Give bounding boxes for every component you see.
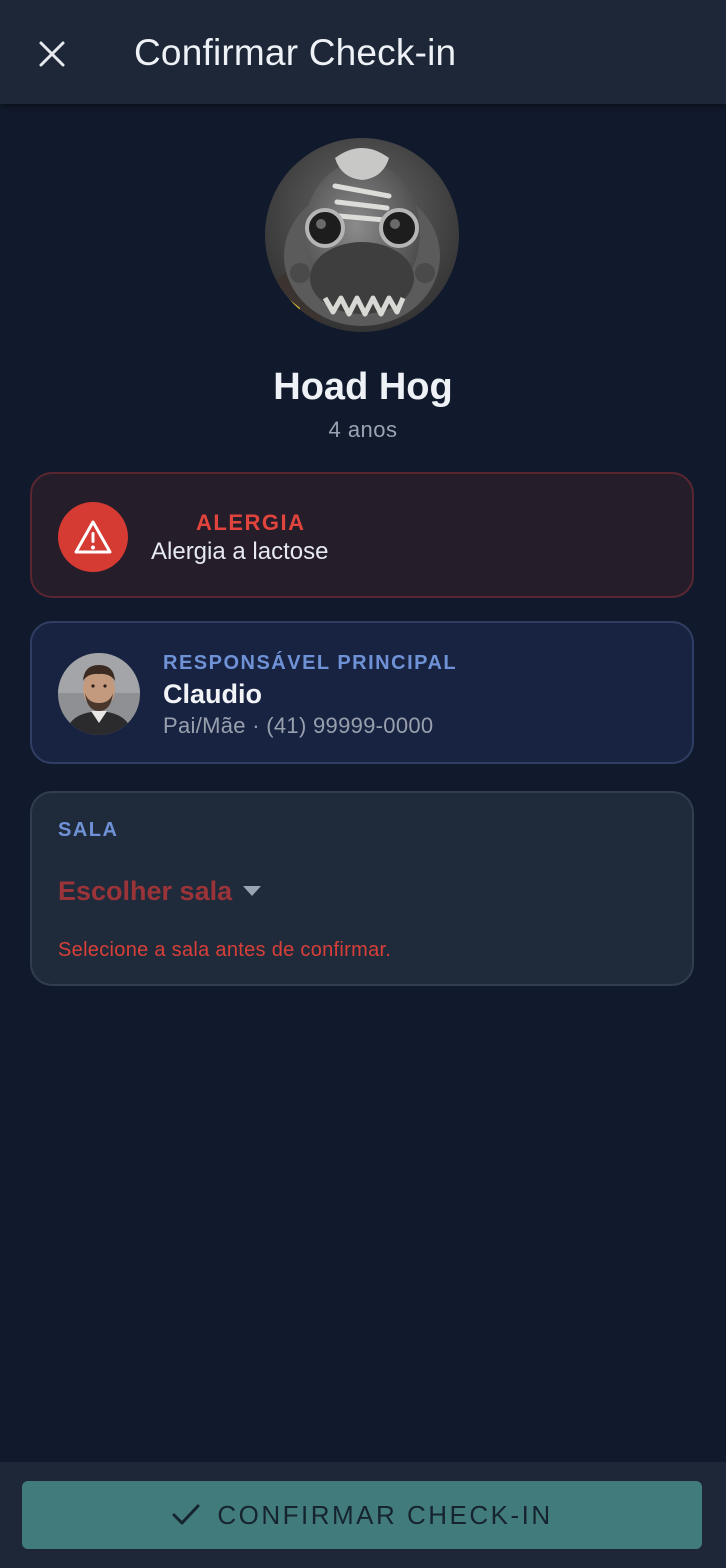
confirm-checkin-label: CONFIRMAR CHECK-IN: [217, 1499, 553, 1530]
room-select-placeholder: Escolher sala: [58, 875, 233, 906]
close-icon: [39, 41, 65, 67]
page-title: Confirmar Check-in: [134, 32, 457, 73]
child-avatar: [265, 138, 459, 332]
guardian-name: Claudio: [163, 679, 262, 709]
checkin-confirm-screen: Confirmar Check-in Hoad Hog 4 anos ALERG…: [0, 0, 726, 1568]
guardian-relationship-phone: Pai/Mãe · (41) 99999-0000: [163, 713, 434, 738]
guardian-label: RESPONSÁVEL PRINCIPAL: [163, 652, 458, 674]
bottom-bar: CONFIRMAR CHECK-IN: [0, 1462, 726, 1568]
check-icon: [171, 1503, 201, 1527]
guardian-avatar: [58, 653, 140, 735]
room-select-dropdown[interactable]: Escolher sala: [58, 873, 262, 909]
child-age: 4 anos: [328, 417, 398, 442]
allergy-alert-card: ALERGIA Alergia a lactose: [30, 472, 694, 598]
allergy-label: ALERGIA: [196, 510, 306, 535]
confirm-checkin-button[interactable]: CONFIRMAR CHECK-IN: [22, 1481, 702, 1549]
chevron-down-icon: [243, 886, 262, 896]
warning-icon: [58, 502, 128, 572]
room-label: SALA: [58, 819, 119, 841]
app-bar: Confirmar Check-in: [0, 0, 726, 104]
close-button[interactable]: [26, 28, 78, 80]
guardian-card: RESPONSÁVEL PRINCIPAL Claudio Pai/Mãe · …: [30, 621, 694, 764]
room-error-message: Selecione a sala antes de confirmar.: [58, 939, 392, 961]
room-card: SALA Escolher sala Selecione a sala ante…: [30, 791, 694, 986]
allergy-text: Alergia a lactose: [151, 538, 329, 565]
child-name: Hoad Hog: [273, 366, 453, 408]
